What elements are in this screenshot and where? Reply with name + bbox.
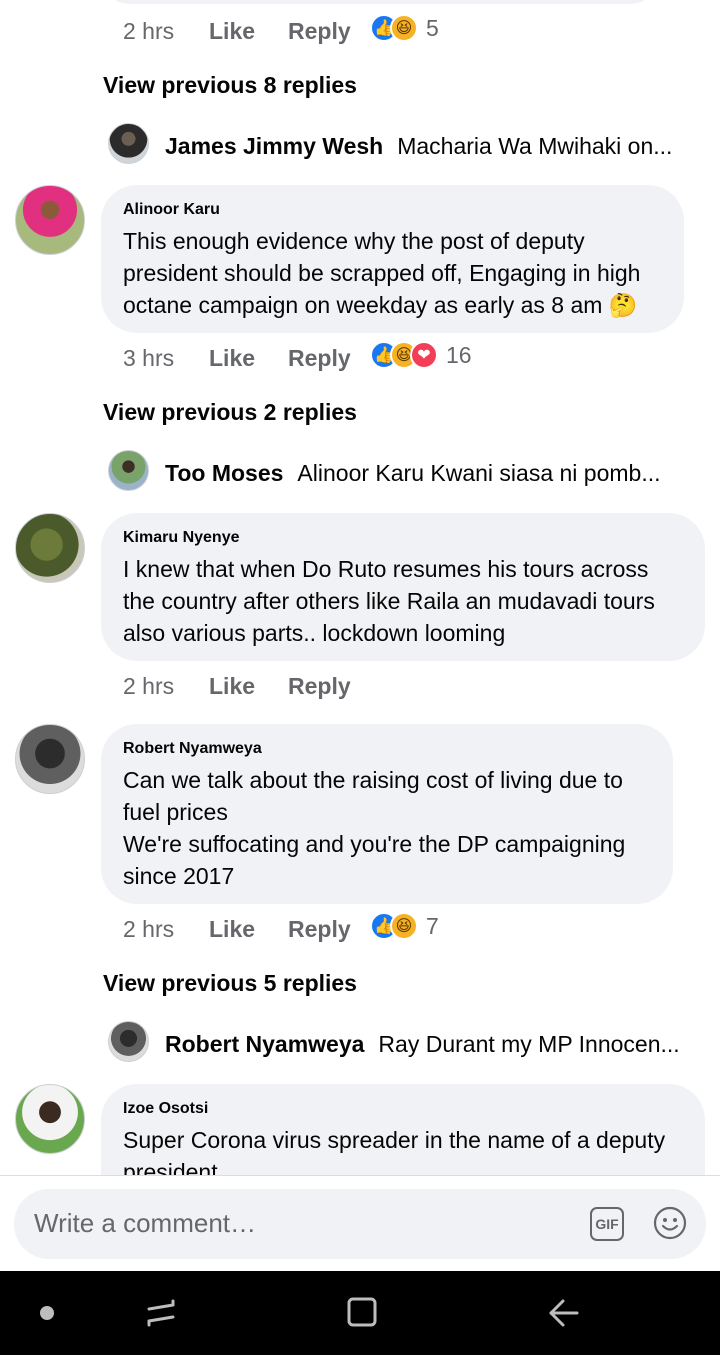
avatar[interactable] [15,185,85,255]
back-icon[interactable] [545,1295,581,1331]
reaction-summary[interactable]: 👍 😆 7 [370,912,439,940]
haha-icon: 😆 [390,912,418,940]
like-link[interactable]: Like [209,916,255,943]
avatar[interactable] [15,724,85,794]
reply-link[interactable]: Reply [288,18,351,45]
gif-icon[interactable]: GIF [590,1207,624,1241]
view-previous-replies[interactable]: View previous 8 replies [103,72,357,99]
reaction-summary[interactable]: 👍 😆 5 [370,14,439,42]
home-dot-icon[interactable] [40,1306,54,1320]
emoji-icon[interactable] [653,1206,687,1240]
like-link[interactable]: Like [209,345,255,372]
comment-time: 2 hrs [123,673,175,699]
view-previous-replies[interactable]: View previous 2 replies [103,399,357,426]
avatar[interactable] [15,1084,85,1154]
overview-icon[interactable] [345,1295,379,1329]
comment-text-line: We're suffocating and you're the DP camp… [123,831,626,889]
comment-text: Super Corona virus spreader in the name … [123,1127,666,1175]
reply-preview[interactable]: Too Moses Alinoor Karu Kwani siasa ni po… [165,460,685,487]
recents-icon[interactable] [143,1295,179,1331]
reply-text: Macharia Wa Mwihaki on... [397,133,673,159]
reply-text: Ray Durant my MP Innocen... [378,1031,680,1057]
system-navigation-bar [0,1271,720,1355]
reaction-count: 7 [426,912,439,939]
avatar[interactable] [108,1021,149,1062]
reaction-summary[interactable]: 👍 😆 ❤ 16 [370,341,472,369]
reaction-count: 5 [426,14,439,41]
reply-link[interactable]: Reply [288,916,351,943]
comment-composer: Write a comment… GIF [0,1175,720,1272]
comment-bubble[interactable]: Izoe Osotsi Super Corona virus spreader … [101,1084,705,1175]
clipped-bubble-edge [100,0,660,4]
comments-feed: 2 hrs Like Reply 👍 😆 5 View previous 8 r… [0,0,720,1175]
reaction-count: 16 [446,341,472,368]
reply-preview[interactable]: Robert Nyamweya Ray Durant my MP Innocen… [165,1031,685,1058]
comment-author[interactable]: Kimaru Nyenye [123,529,683,547]
comment-time: 2 hrs [123,916,175,942]
reply-author[interactable]: James Jimmy Wesh [165,133,383,160]
comment-bubble[interactable]: Kimaru Nyenye I knew that when Do Ruto r… [101,513,705,661]
comment-author[interactable]: Robert Nyamweya [123,740,651,758]
reply-link[interactable]: Reply [288,345,351,372]
comment-input[interactable]: Write a comment… GIF [14,1189,706,1259]
comment-bubble[interactable]: Robert Nyamweya Can we talk about the ra… [101,724,673,904]
comment-text-line: Can we talk about the raising cost of li… [123,767,623,825]
reply-text: Alinoor Karu Kwani siasa ni pomb... [297,460,661,486]
comment-author[interactable]: Izoe Osotsi [123,1100,683,1118]
comment-time: 3 hrs [123,345,175,371]
love-icon: ❤ [410,341,438,369]
reply-author[interactable]: Robert Nyamweya [165,1031,364,1058]
like-link[interactable]: Like [209,18,255,45]
comment-text: This enough evidence why the post of dep… [123,228,641,318]
comment-bubble[interactable]: Alinoor Karu This enough evidence why th… [101,185,684,333]
reply-preview[interactable]: James Jimmy Wesh Macharia Wa Mwihaki on.… [165,133,685,160]
reply-author[interactable]: Too Moses [165,460,283,487]
haha-icon: 😆 [390,14,418,42]
comment-placeholder: Write a comment… [34,1208,257,1238]
comment-author[interactable]: Alinoor Karu [123,201,662,219]
comment-meta-row: 2 hrs [123,18,174,45]
comment-text: I knew that when Do Ruto resumes his tou… [123,556,655,646]
view-previous-replies[interactable]: View previous 5 replies [103,970,357,997]
avatar[interactable] [108,123,149,164]
comment-time: 2 hrs [123,18,175,44]
reply-link[interactable]: Reply [288,673,351,700]
like-link[interactable]: Like [209,673,255,700]
avatar[interactable] [15,513,85,583]
avatar[interactable] [108,450,149,491]
